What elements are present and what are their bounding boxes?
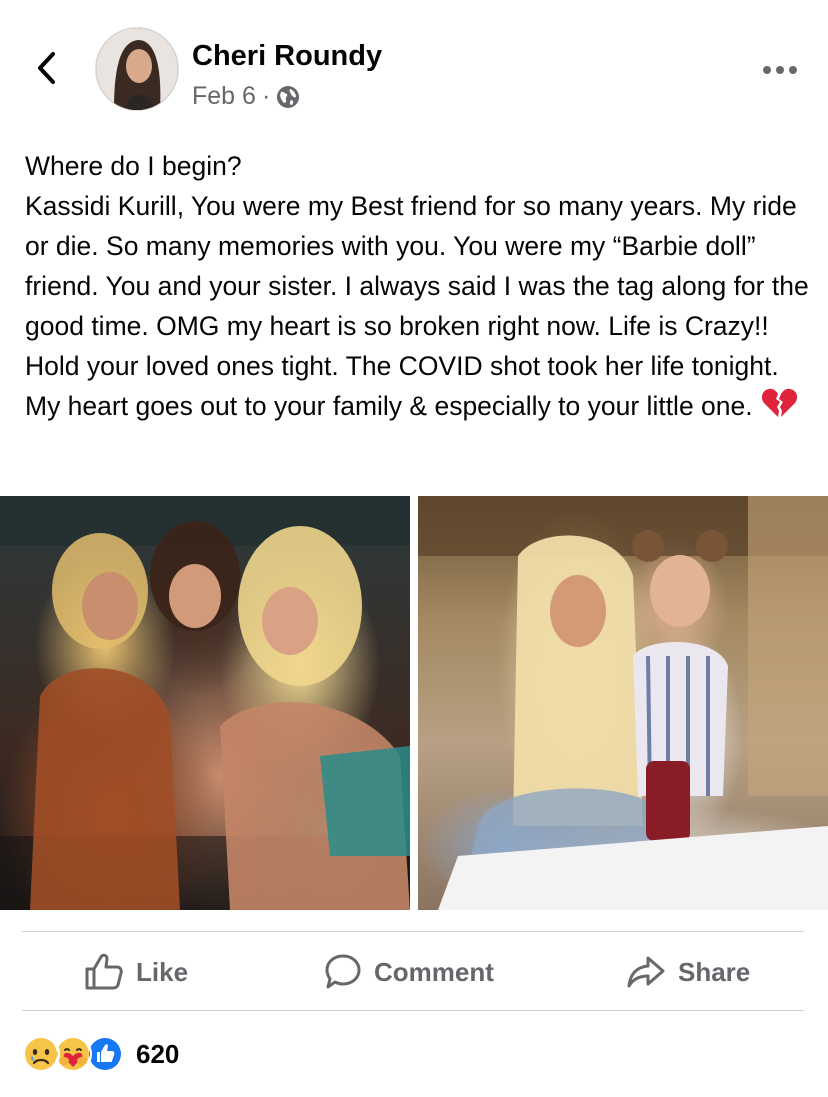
globe-icon: [277, 85, 300, 108]
post-date[interactable]: Feb 6: [192, 82, 256, 111]
share-label: Share: [678, 956, 751, 987]
comment-bubble-icon: [325, 954, 361, 989]
reaction-count: 620: [136, 1038, 180, 1069]
divider-top: [22, 931, 804, 932]
divider-bottom: [22, 1010, 804, 1011]
post-text: Where do I begin? Kassidi Kurill, You we…: [25, 146, 815, 430]
thumbs-up-icon: [85, 953, 123, 990]
share-arrow-icon: [627, 956, 665, 988]
post-photo-left[interactable]: [0, 496, 410, 910]
broken-heart-icon: [761, 387, 797, 430]
post-meta: Feb 6 ·: [192, 82, 300, 111]
chevron-left-icon: [38, 52, 55, 84]
avatar-photo: [96, 28, 178, 110]
back-button[interactable]: [28, 48, 64, 88]
comment-label: Comment: [374, 956, 494, 987]
avatar[interactable]: [96, 28, 178, 110]
more-horizontal-icon: [763, 66, 797, 74]
action-bar: Like Comment Share: [0, 934, 828, 1010]
post-photo-right[interactable]: [418, 496, 828, 910]
meta-separator: ·: [261, 82, 271, 110]
share-button[interactable]: Share: [626, 934, 750, 1010]
sad-reaction-icon: [22, 1035, 60, 1073]
photo-left-art: [0, 496, 410, 910]
post-page: Cheri Roundy Feb 6 · Where do I begin? K…: [0, 0, 828, 1097]
more-options-button[interactable]: [760, 56, 800, 84]
comment-button[interactable]: Comment: [324, 934, 494, 1010]
like-label: Like: [136, 956, 189, 987]
post-text-body: Kassidi Kurill, You were my Best friend …: [25, 186, 815, 430]
post-text-line: Kassidi Kurill, You were my Best friend …: [25, 191, 809, 421]
author-name[interactable]: Cheri Roundy: [192, 40, 382, 73]
photo-right-art: [418, 496, 828, 910]
reactions-summary[interactable]: 620: [22, 1034, 179, 1074]
post-text-line: Where do I begin?: [25, 151, 242, 181]
like-button[interactable]: Like: [84, 934, 188, 1010]
